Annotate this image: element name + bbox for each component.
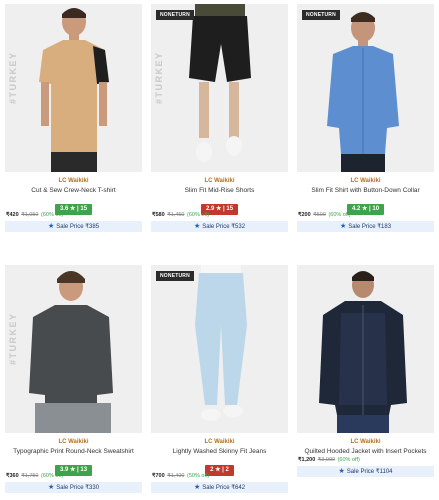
current-price: ₹420 bbox=[6, 212, 19, 218]
badge-label: NONETURN bbox=[156, 271, 194, 281]
product-title[interactable]: Typographic Print Round-Neck Sweatshirt bbox=[5, 448, 142, 455]
badge-label: NONETURN bbox=[302, 10, 340, 20]
star-icon: ★ bbox=[193, 223, 201, 230]
original-price: ₹1,050 bbox=[21, 212, 39, 218]
discount-text: (60% off) bbox=[328, 212, 351, 218]
original-price: ₹1,450 bbox=[167, 212, 185, 218]
product-title[interactable]: Lightly Washed Skinny Fit Jeans bbox=[151, 448, 288, 455]
model-shorts-image bbox=[151, 4, 288, 172]
model-sweatshirt-image bbox=[5, 265, 142, 433]
brand-name[interactable]: LC Waikiki bbox=[297, 178, 434, 184]
product-image[interactable]: #TURKEY bbox=[5, 265, 142, 433]
original-price: ₹1,400 bbox=[167, 473, 185, 479]
sale-price-banner[interactable]: ★ Sale Price ₹183 bbox=[297, 221, 434, 232]
product-image[interactable]: NONETURN bbox=[297, 4, 434, 172]
brand-name[interactable]: LC Waikiki bbox=[5, 178, 142, 184]
product-title[interactable]: Quilted Hooded Jacket with Insert Pocket… bbox=[297, 448, 434, 455]
current-price: ₹1,200 bbox=[298, 457, 316, 463]
product-image[interactable]: NONETURN bbox=[151, 265, 288, 433]
current-price: ₹700 bbox=[152, 473, 165, 479]
sale-price-banner[interactable]: ★ Sale Price ₹642 bbox=[151, 482, 288, 493]
original-price: ₹3,000 bbox=[317, 457, 336, 463]
model-jeans-image bbox=[151, 265, 288, 433]
sale-price-label: Sale Price ₹532 bbox=[202, 224, 246, 230]
star-icon: ★ bbox=[339, 223, 347, 230]
sale-price-banner[interactable]: ★ Sale Price ₹330 bbox=[5, 482, 142, 493]
discount-text: (60% off) bbox=[337, 457, 360, 463]
discount-text: (60% off) bbox=[41, 212, 64, 218]
brand-name[interactable]: LC Waikiki bbox=[5, 439, 142, 445]
sale-price-label: Sale Price ₹642 bbox=[202, 485, 246, 491]
current-price: ₹360 bbox=[6, 473, 19, 479]
star-icon: ★ bbox=[193, 484, 201, 491]
watermark-text: #TURKEY bbox=[8, 51, 18, 104]
discount-text: (50% off) bbox=[187, 473, 210, 479]
sale-price-banner[interactable]: ★ Sale Price ₹1104 bbox=[297, 466, 434, 477]
product-image[interactable] bbox=[297, 265, 434, 433]
model-tshirt-image bbox=[5, 4, 142, 172]
rating-badge: 2 ★ | 2 bbox=[205, 465, 234, 476]
product-card[interactable]: #TURKEY LC Waikiki Cut & Sew Crew-Neck T… bbox=[5, 4, 142, 232]
badge-label: NONETURN bbox=[156, 10, 194, 20]
product-title[interactable]: Cut & Sew Crew-Neck T-shirt bbox=[5, 187, 142, 194]
sale-price-label: Sale Price ₹330 bbox=[56, 485, 100, 491]
model-shirt-image bbox=[297, 4, 434, 172]
product-image[interactable]: NONETURN #TURKEY bbox=[151, 4, 288, 172]
brand-name[interactable]: LC Waikiki bbox=[297, 439, 434, 445]
star-icon: ★ bbox=[47, 223, 55, 230]
discount-text: (60% off) bbox=[187, 212, 210, 218]
product-image[interactable]: #TURKEY bbox=[5, 4, 142, 172]
sale-price-banner[interactable]: ★ Sale Price ₹532 bbox=[151, 221, 288, 232]
product-card[interactable]: NONETURN #TURKEY LC Waikiki Slim Fit Mid… bbox=[151, 4, 288, 232]
price-row: ₹1,200 ₹3,000 (60% off) bbox=[297, 457, 434, 463]
original-price: ₹1,750 bbox=[21, 473, 39, 479]
current-price: ₹580 bbox=[152, 212, 165, 218]
sale-price-label: Sale Price ₹1104 bbox=[346, 469, 393, 475]
product-title[interactable]: Slim Fit Mid-Rise Shorts bbox=[151, 187, 288, 194]
sale-price-label: Sale Price ₹183 bbox=[348, 224, 392, 230]
sale-price-banner[interactable]: ★ Sale Price ₹385 bbox=[5, 221, 142, 232]
product-title[interactable]: Slim Fit Shirt with Button-Down Collar bbox=[297, 187, 434, 194]
star-icon: ★ bbox=[47, 484, 55, 491]
watermark-text: #TURKEY bbox=[8, 312, 18, 365]
model-jacket-image bbox=[297, 265, 434, 433]
product-card[interactable]: LC Waikiki Quilted Hooded Jacket with In… bbox=[297, 265, 434, 477]
original-price: ₹500 bbox=[313, 212, 326, 218]
product-card[interactable]: NONETURN LC Waikiki Slim Fit Shirt with … bbox=[297, 4, 434, 232]
discount-text: (60% off) bbox=[41, 473, 64, 479]
star-icon: ★ bbox=[338, 468, 345, 475]
brand-name[interactable]: LC Waikiki bbox=[151, 439, 288, 445]
current-price: ₹200 bbox=[298, 212, 311, 218]
watermark-text: #TURKEY bbox=[154, 51, 164, 104]
rating-badge: 4.2 ★ | 10 bbox=[346, 204, 385, 215]
brand-name[interactable]: LC Waikiki bbox=[151, 178, 288, 184]
sale-price-label: Sale Price ₹385 bbox=[56, 224, 100, 230]
product-card[interactable]: #TURKEY LC Waikiki Typographic Print Rou… bbox=[5, 265, 142, 493]
product-card[interactable]: NONETURN LC Waikiki Lightly Washed Skinn… bbox=[151, 265, 288, 493]
